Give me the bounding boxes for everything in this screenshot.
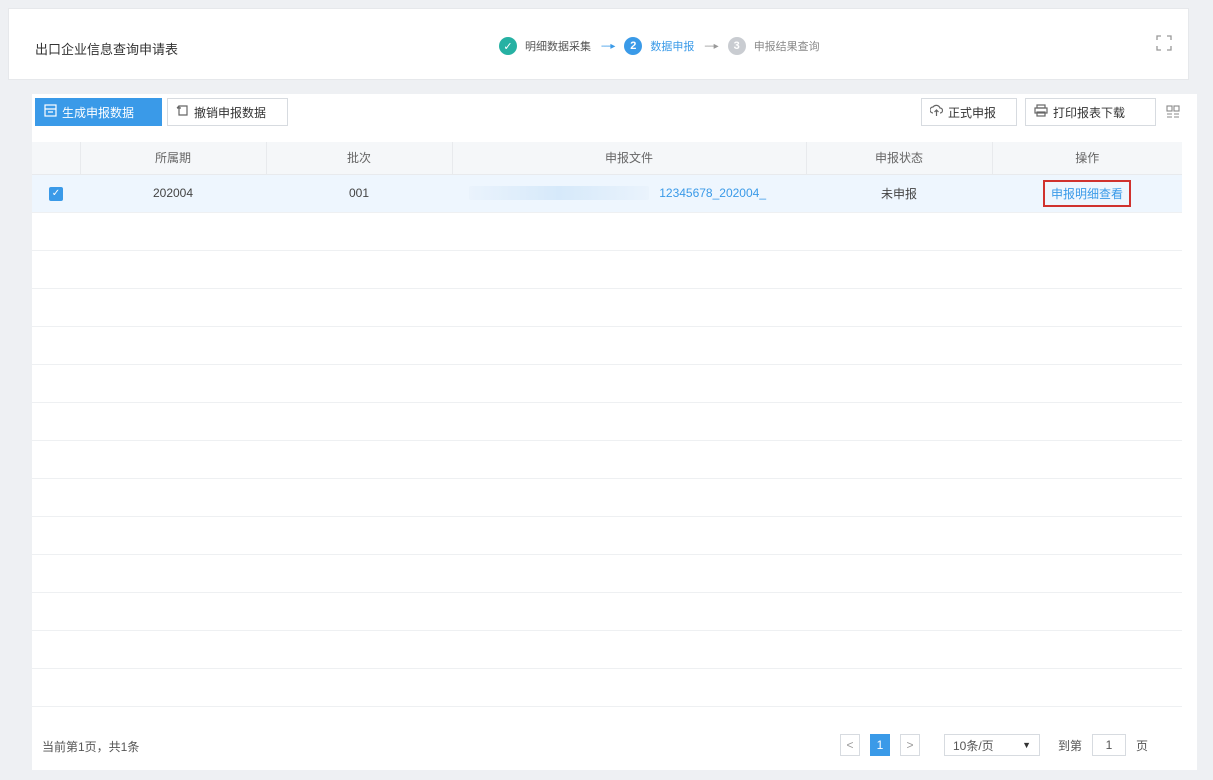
- step-2-label: 数据申报: [650, 41, 695, 53]
- prev-page-button[interactable]: <: [840, 734, 860, 756]
- check-icon: ✓: [499, 37, 517, 55]
- goto-page-input[interactable]: [1092, 734, 1127, 756]
- file-cell: 12345678_202004_: [452, 174, 806, 213]
- step-progress: ✓ 明细数据采集 ----▸ 2 数据申报 ----▸ 3 申报结果查询: [499, 35, 820, 57]
- goto-label: 到第: [1058, 738, 1083, 753]
- column-header-select: [32, 142, 81, 175]
- batch-cell: 001: [266, 174, 452, 213]
- generate-label: 生成申报数据: [62, 105, 135, 120]
- step-3: 3 申报结果查询: [727, 37, 820, 55]
- column-settings-icon[interactable]: [1166, 105, 1180, 119]
- print-label: 打印报表下载: [1053, 105, 1126, 120]
- action-cell: 申报明细查看: [992, 174, 1182, 213]
- empty-row: [32, 326, 1182, 365]
- pagination-bar: 当前第1页，共1条 < 1 > 10条/页 ▼ 到第 页: [32, 720, 1197, 770]
- step-2: 2 数据申报: [624, 37, 694, 55]
- file-link[interactable]: 12345678_202004_: [659, 186, 766, 200]
- status-cell: 未申报: [806, 174, 992, 213]
- print-download-button[interactable]: 打印报表下载: [1025, 98, 1156, 126]
- empty-row: [32, 668, 1182, 707]
- toolbar: 生成申报数据 撤销申报数据 正式申报 打印报表下载: [32, 94, 1197, 130]
- cancel-label: 撤销申报数据: [194, 105, 267, 120]
- table-header-row: 所属期 批次 申报文件 申报状态 操作: [32, 142, 1182, 175]
- arrow-right-icon: ----▸: [601, 40, 615, 52]
- column-header-period[interactable]: 所属期: [80, 142, 267, 175]
- period-cell: 202004: [80, 174, 266, 213]
- redacted-filename: [469, 186, 650, 201]
- column-header-action: 操作: [992, 142, 1182, 175]
- empty-row: [32, 630, 1182, 669]
- undo-icon: [176, 104, 189, 120]
- step-1-label: 明细数据采集: [525, 41, 591, 53]
- caret-down-icon: ▼: [1022, 740, 1031, 750]
- main-panel: 生成申报数据 撤销申报数据 正式申报 打印报表下载 所属期 批次 申报文件 申报…: [32, 94, 1197, 770]
- pager: < 1 > 10条/页 ▼ 到第 页: [840, 734, 1148, 756]
- column-header-batch[interactable]: 批次: [266, 142, 453, 175]
- view-declaration-details-link[interactable]: 申报明细查看: [1042, 179, 1131, 207]
- declaration-table: 所属期 批次 申报文件 申报状态 操作 ✓ 202004 001 1234567…: [32, 142, 1182, 707]
- empty-row: [32, 516, 1182, 555]
- next-page-button[interactable]: >: [900, 734, 920, 756]
- step-3-label: 申报结果查询: [753, 41, 820, 53]
- page-info: 当前第1页，共1条: [42, 740, 140, 754]
- page-size-select[interactable]: 10条/页 ▼: [944, 734, 1040, 756]
- generate-icon: [44, 104, 57, 120]
- page-header: 出口企业信息查询申请表 ✓ 明细数据采集 ----▸ 2 数据申报 ----▸ …: [8, 8, 1189, 80]
- generate-declaration-button[interactable]: 生成申报数据: [35, 98, 162, 126]
- arrow-right-icon: ----▸: [704, 40, 718, 52]
- empty-row: [32, 364, 1182, 403]
- empty-row: [32, 402, 1182, 441]
- formal-submit-button[interactable]: 正式申报: [921, 98, 1017, 126]
- step-3-number: 3: [727, 37, 746, 55]
- step-1: ✓ 明细数据采集: [499, 37, 591, 55]
- column-header-status[interactable]: 申报状态: [806, 142, 993, 175]
- empty-row: [32, 592, 1182, 631]
- empty-row: [32, 212, 1182, 251]
- empty-row: [32, 288, 1182, 327]
- step-2-number: 2: [624, 37, 643, 55]
- goto-suffix: 页: [1136, 738, 1149, 753]
- fullscreen-icon[interactable]: [1156, 35, 1172, 51]
- column-header-file[interactable]: 申报文件: [452, 142, 807, 175]
- page-size-value: 10条/页: [953, 738, 994, 753]
- page-title: 出口企业信息查询申请表: [35, 42, 179, 57]
- empty-row: [32, 478, 1182, 517]
- submit-label: 正式申报: [948, 105, 997, 120]
- row-checkbox[interactable]: ✓: [49, 187, 63, 201]
- table-row[interactable]: ✓ 202004 001 12345678_202004_ 未申报 申报明细查看: [32, 174, 1182, 213]
- page-button-current[interactable]: 1: [870, 734, 890, 756]
- printer-icon: [1034, 104, 1048, 120]
- upload-icon: [929, 104, 944, 120]
- empty-row: [32, 250, 1182, 289]
- cancel-declaration-button[interactable]: 撤销申报数据: [167, 98, 288, 126]
- empty-row: [32, 554, 1182, 593]
- empty-row: [32, 440, 1182, 479]
